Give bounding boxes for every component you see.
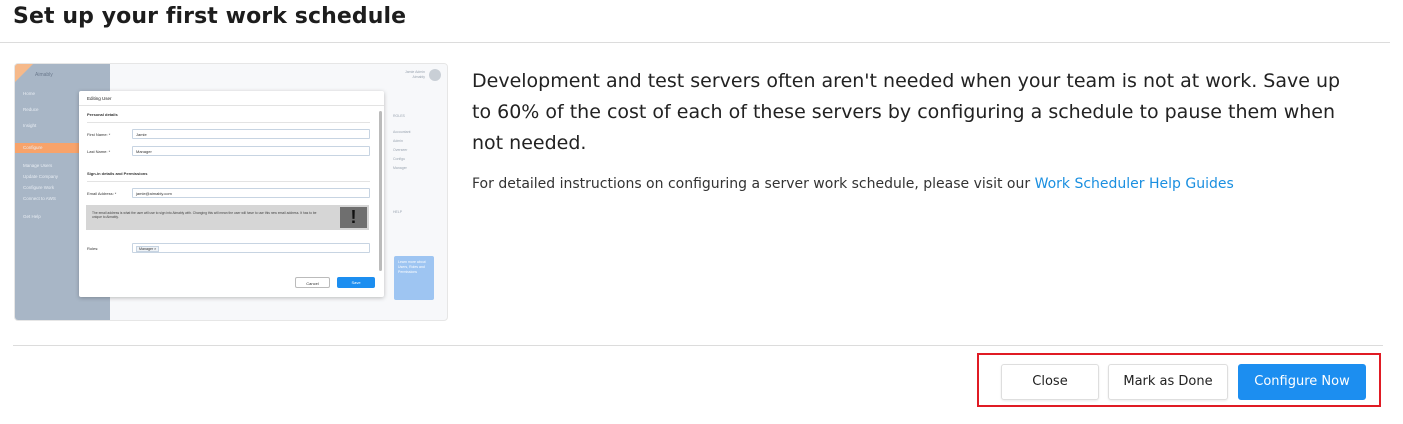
preview-email-input: jamie@aimably.com xyxy=(132,188,370,198)
preview-help-box: Learn more about Users, Roles and Permis… xyxy=(394,256,434,300)
preview-edit-user-dialog: Editing User Personal details First Name… xyxy=(79,91,384,297)
preview-nav-home: Home xyxy=(23,91,36,96)
preview-nav-connect-aws: Connect to AWS xyxy=(23,196,56,201)
preview-nav-reduce: Reduce xyxy=(23,107,39,112)
preview-nav-insight: Insight xyxy=(23,123,37,128)
preview-first-name-input: Jamie xyxy=(132,129,370,139)
preview-roles-label: Roles: xyxy=(87,246,99,251)
footer-divider xyxy=(13,345,1383,346)
preview-divider xyxy=(87,181,370,182)
help-text: For detailed instructions on configuring… xyxy=(472,176,1372,192)
preview-divider xyxy=(87,122,370,123)
preview-nav-get-help: Get Help xyxy=(23,214,41,219)
schedule-description: Development and test servers often aren'… xyxy=(472,70,1341,154)
preview-brand: Aimably xyxy=(35,72,53,78)
preview-roles-select: Manager × xyxy=(132,243,370,253)
help-guides-link[interactable]: Work Scheduler Help Guides xyxy=(1035,176,1234,192)
preview-nav-manage-users: Manage Users xyxy=(23,163,53,168)
preview-email-label: Email Address: * xyxy=(87,191,117,196)
preview-scrollbar xyxy=(379,111,382,271)
preview-last-name-label: Last Name: * xyxy=(87,149,111,154)
preview-topbar: Jamie Admin Aimably xyxy=(110,64,447,86)
page-title: Set up your first work schedule xyxy=(13,4,407,29)
help-prefix: For detailed instructions on configuring… xyxy=(472,176,1035,192)
preview-first-name-label: First Name: * xyxy=(87,132,111,137)
preview-logo-icon xyxy=(15,64,33,82)
preview-warning-text: The email address is what the user will … xyxy=(92,211,317,219)
screenshot-preview: Aimably Home Reduce Insight Configure Ma… xyxy=(14,63,448,321)
mark-as-done-button[interactable]: Mark as Done xyxy=(1108,364,1228,400)
preview-nav-update-company: Update Company xyxy=(23,174,59,179)
preview-avatar-icon xyxy=(429,69,441,81)
preview-divider xyxy=(79,105,384,106)
preview-last-name-input: Manager xyxy=(132,146,370,156)
preview-section-signin: Sign-in details and Permissions xyxy=(87,171,148,176)
close-button[interactable]: Close xyxy=(1001,364,1099,400)
preview-cancel-button: Cancel xyxy=(295,277,330,288)
preview-roles-column: ROLES Accountant Admin Overseer Configu … xyxy=(393,114,411,214)
preview-warning: The email address is what the user will … xyxy=(86,205,369,230)
exclamation-icon: ! xyxy=(340,207,367,228)
preview-user-name: Jamie Admin Aimably xyxy=(404,70,425,79)
preview-nav-configure-work: Configure Work xyxy=(23,185,55,190)
configure-now-button[interactable]: Configure Now xyxy=(1238,364,1366,400)
title-divider xyxy=(0,42,1390,43)
preview-section-personal: Personal details xyxy=(87,112,118,117)
preview-dialog-title: Editing User xyxy=(87,96,112,101)
preview-save-button: Save xyxy=(337,277,375,288)
